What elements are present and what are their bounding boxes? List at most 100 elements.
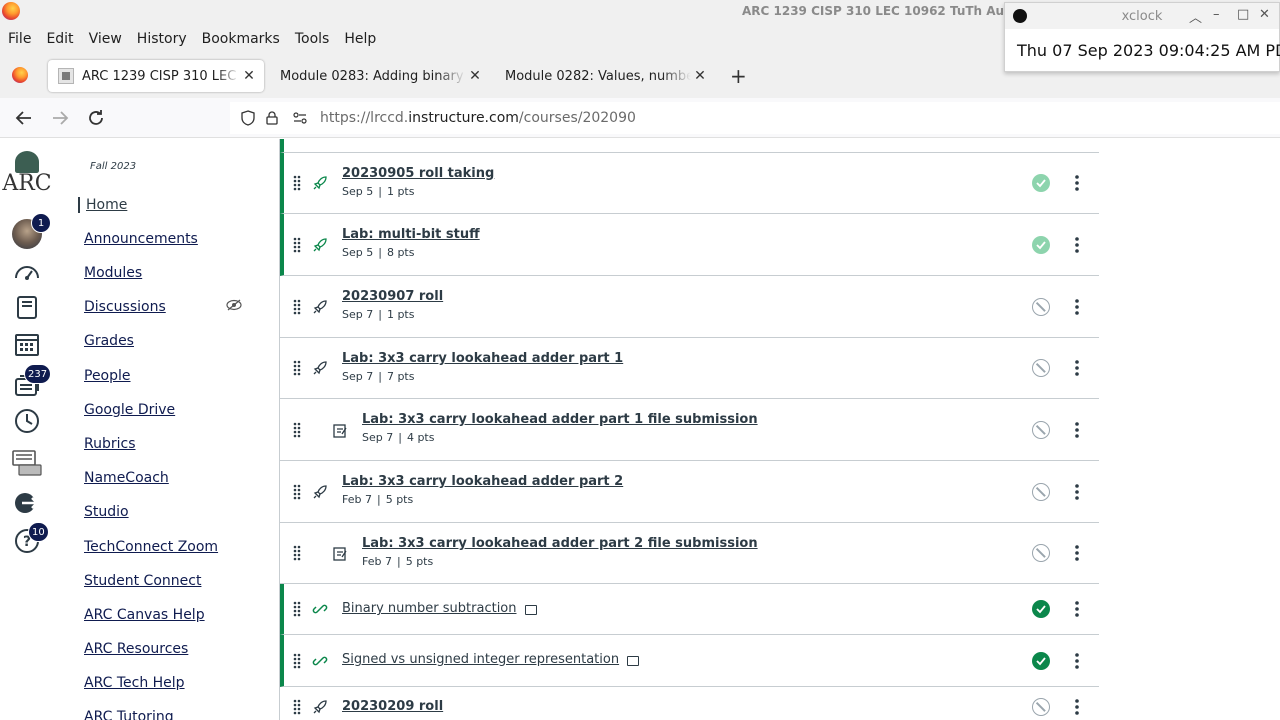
canvas-favicon-icon xyxy=(58,68,74,84)
kebab-menu-icon[interactable] xyxy=(1074,698,1080,715)
reload-button[interactable] xyxy=(84,106,108,130)
due-date: Sep 7 xyxy=(342,370,374,383)
permissions-icon[interactable] xyxy=(292,110,308,126)
unpublished-icon[interactable] xyxy=(1032,482,1050,501)
courses-icon[interactable] xyxy=(12,292,42,322)
url-bar[interactable]: https://lrccd.instructure.com/courses/20… xyxy=(230,102,1280,134)
drag-handle-icon[interactable] xyxy=(293,360,301,376)
firefox-view-icon[interactable] xyxy=(12,67,28,83)
window-title: ARC 1239 CISP 310 LEC 10962 TuTh Auyeung xyxy=(742,4,1046,18)
kebab-menu-icon[interactable] xyxy=(1074,175,1080,191)
maximize-icon[interactable]: □ xyxy=(1237,7,1249,22)
chevron-up-icon[interactable]: ︿ xyxy=(1189,7,1202,26)
course-nav-studio[interactable]: Studio xyxy=(84,504,129,520)
course-nav-arc-tech-help[interactable]: ARC Tech Help xyxy=(84,675,185,691)
drag-handle-icon[interactable] xyxy=(293,545,301,561)
course-nav-announcements[interactable]: Announcements xyxy=(84,231,198,247)
reload-icon xyxy=(89,110,103,125)
drag-handle-icon[interactable] xyxy=(293,175,301,191)
course-nav-grades[interactable]: Grades xyxy=(84,333,134,349)
module-item-title[interactable]: Lab: 3x3 carry lookahead adder part 1 xyxy=(342,351,623,366)
tab-course-home[interactable]: ARC 1239 CISP 310 LEC 10962 TuTh Auyeung… xyxy=(48,60,264,92)
kebab-menu-icon[interactable] xyxy=(1074,601,1080,617)
course-nav-people[interactable]: People xyxy=(84,368,131,384)
module-item-title[interactable]: 20230209 roll xyxy=(342,699,443,714)
close-icon[interactable]: ✕ xyxy=(1259,7,1270,22)
tab-module-0283[interactable]: Module 0283: Adding binary numbers ✕ xyxy=(272,60,490,92)
menu-bookmarks[interactable]: Bookmarks xyxy=(202,31,280,47)
calendar-icon[interactable] xyxy=(12,329,42,359)
course-nav-home[interactable]: Home xyxy=(78,197,127,213)
external-link-icon xyxy=(627,656,639,666)
kebab-menu-icon[interactable] xyxy=(1074,360,1080,376)
menu-history[interactable]: History xyxy=(137,31,187,47)
menu-tools[interactable]: Tools xyxy=(295,31,330,47)
dashboard-icon[interactable] xyxy=(12,258,42,288)
published-check-icon[interactable] xyxy=(1032,235,1050,254)
module-item-title[interactable]: Binary number subtraction xyxy=(342,601,517,616)
course-nav-google-drive[interactable]: Google Drive xyxy=(84,402,175,418)
course-nav-namecoach[interactable]: NameCoach xyxy=(84,470,169,486)
course-nav-arc-resources[interactable]: ARC Resources xyxy=(84,641,188,657)
new-tab-button[interactable]: + xyxy=(730,64,747,88)
module-item-title[interactable]: Lab: 3x3 carry lookahead adder part 2 xyxy=(342,474,623,489)
published-check-icon[interactable] xyxy=(1032,174,1050,192)
kebab-menu-icon[interactable] xyxy=(1074,545,1080,561)
module-item-title[interactable]: Lab: 3x3 carry lookahead adder part 1 fi… xyxy=(362,412,758,427)
module-item-title[interactable]: Signed vs unsigned integer representatio… xyxy=(342,652,619,667)
lock-icon[interactable] xyxy=(266,111,278,125)
drag-handle-icon[interactable] xyxy=(293,237,301,253)
course-nav-techconnect-zoom[interactable]: TechConnect Zoom xyxy=(84,539,218,555)
unpublished-icon[interactable] xyxy=(1032,544,1050,562)
course-nav-arc-tutoring[interactable]: ARC Tutoring xyxy=(84,709,174,720)
kebab-menu-icon[interactable] xyxy=(1074,652,1080,669)
tab-close-icon[interactable]: ✕ xyxy=(691,68,709,84)
unpublished-icon[interactable] xyxy=(1032,359,1050,377)
account-badge: 1 xyxy=(31,213,51,233)
course-nav-rubrics[interactable]: Rubrics xyxy=(84,436,136,452)
drag-handle-icon[interactable] xyxy=(293,422,301,438)
drag-handle-icon[interactable] xyxy=(293,299,301,315)
module-item-title[interactable]: Lab: 3x3 carry lookahead adder part 2 fi… xyxy=(362,536,758,551)
unpublished-icon[interactable] xyxy=(1032,297,1050,316)
logout-arrow-icon[interactable] xyxy=(12,488,42,518)
back-button[interactable] xyxy=(12,106,36,130)
commons-icon[interactable] xyxy=(10,445,44,476)
course-nav-discussions[interactable]: Discussions xyxy=(84,299,166,315)
course-nav-modules[interactable]: Modules xyxy=(84,265,142,281)
minimize-icon[interactable]: – xyxy=(1213,7,1220,22)
module-item-title[interactable]: 20230907 roll xyxy=(342,289,443,304)
shield-icon[interactable] xyxy=(240,110,256,126)
unpublished-icon[interactable] xyxy=(1032,697,1050,716)
kebab-menu-icon[interactable] xyxy=(1074,421,1080,438)
module-item-title[interactable]: Lab: multi-bit stuff xyxy=(342,227,480,242)
kebab-menu-icon[interactable] xyxy=(1074,298,1080,315)
drag-handle-icon[interactable] xyxy=(293,699,301,715)
arc-logo[interactable]: ARC xyxy=(0,151,54,201)
forward-button[interactable] xyxy=(48,106,72,130)
course-nav-student-connect[interactable]: Student Connect xyxy=(84,573,201,589)
published-check-icon[interactable] xyxy=(1032,600,1050,618)
unpublished-icon[interactable] xyxy=(1032,420,1050,439)
menu-view[interactable]: View xyxy=(89,31,122,47)
drag-handle-icon[interactable] xyxy=(293,653,301,669)
course-nav-arc-canvas-help[interactable]: ARC Canvas Help xyxy=(84,607,205,623)
tab-close-icon[interactable]: ✕ xyxy=(466,68,484,84)
menu-edit[interactable]: Edit xyxy=(46,31,73,47)
module-item-row: Lab: multi-bit stuff Sep 5 | 8 pts xyxy=(280,214,1099,276)
url-text[interactable]: https://lrccd.instructure.com/courses/20… xyxy=(320,110,636,126)
drag-handle-icon[interactable] xyxy=(293,484,301,500)
quiz-rocket-icon xyxy=(313,699,327,713)
menu-file[interactable]: File xyxy=(8,31,31,47)
module-item-title[interactable]: 20230905 roll taking xyxy=(342,166,494,181)
history-clock-icon[interactable] xyxy=(12,406,42,436)
kebab-menu-icon[interactable] xyxy=(1074,483,1080,500)
published-check-icon[interactable] xyxy=(1032,651,1050,670)
kebab-menu-icon[interactable] xyxy=(1074,236,1080,253)
tab-close-icon[interactable]: ✕ xyxy=(240,68,258,84)
menu-help[interactable]: Help xyxy=(344,31,376,47)
due-date: Feb 7 xyxy=(362,555,392,568)
drag-handle-icon[interactable] xyxy=(293,601,301,617)
tab-module-0282[interactable]: Module 0282: Values, numbers ✕ xyxy=(497,60,715,92)
points-value: 1 pts xyxy=(386,308,415,321)
